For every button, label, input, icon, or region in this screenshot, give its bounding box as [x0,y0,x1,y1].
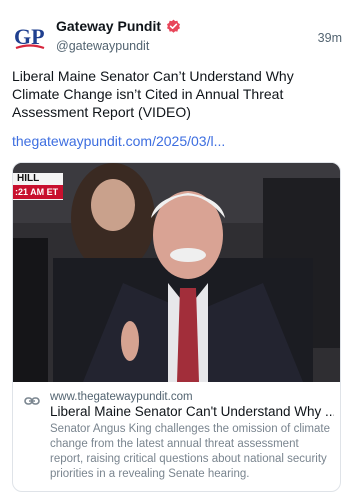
author-name[interactable]: Gateway Pundit [56,18,161,34]
gateway-pundit-logo-icon: GP [12,18,48,54]
post-link[interactable]: thegatewaypundit.com/2025/03/l... [12,132,342,150]
post-timestamp[interactable]: 39m [318,31,342,45]
verified-badge-icon [166,19,181,34]
card-title[interactable]: Liberal Maine Senator Can't Understand W… [50,404,334,419]
card-domain: www.thegatewaypundit.com [50,391,193,403]
card-meta[interactable]: www.thegatewaypundit.com Liberal Maine S… [13,382,340,491]
post[interactable]: GP Gateway Pundit @gatewaypundit 39m Lib… [0,0,354,500]
card-description: Senator Angus King challenges the omissi… [50,423,330,480]
avatar[interactable]: GP [12,18,48,54]
link-preview-card[interactable]: HILL :21 AM ET www.thegatewaypundit.com … [12,162,341,492]
card-image[interactable]: HILL :21 AM ET [13,163,340,382]
post-text: Liberal Maine Senator Can’t Understand W… [12,68,294,120]
broadcast-caption-bottom: :21 AM ET [15,187,59,197]
broadcast-caption-top: HILL [17,173,39,184]
link-icon [24,393,40,409]
author-handle[interactable]: @gatewaypundit [56,39,149,53]
